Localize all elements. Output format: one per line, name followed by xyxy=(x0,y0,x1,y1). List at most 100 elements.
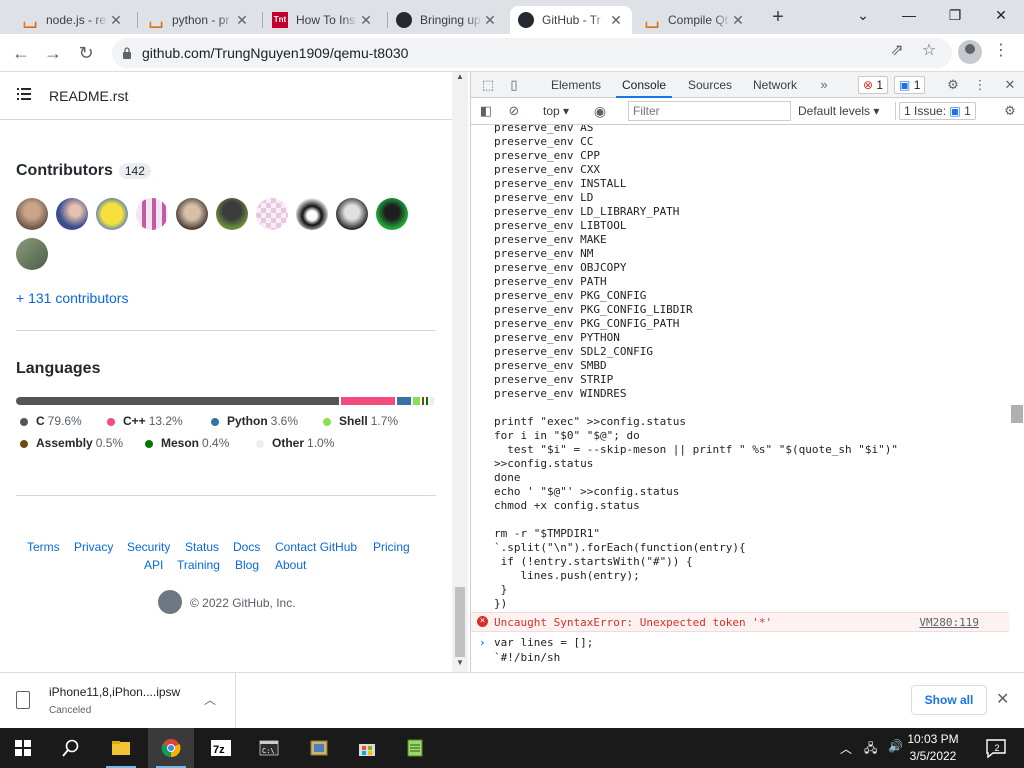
list-icon[interactable] xyxy=(17,88,31,100)
language-assembly[interactable]: Assembly 0.5% xyxy=(20,436,123,450)
avatar[interactable] xyxy=(56,198,88,230)
restore-button[interactable]: ❐ xyxy=(932,0,978,30)
console-settings-icon[interactable]: ⚙ xyxy=(1001,102,1019,120)
footer-link-training[interactable]: Training xyxy=(177,558,220,572)
inspect-element-icon[interactable]: ⬚ xyxy=(479,76,497,94)
profile-avatar[interactable] xyxy=(958,40,982,64)
7zip-button[interactable]: 7z xyxy=(198,728,244,768)
avatar[interactable] xyxy=(16,238,48,270)
chevron-up-icon[interactable]: ︿ xyxy=(204,691,216,708)
store-button[interactable] xyxy=(344,728,390,768)
avatar[interactable] xyxy=(216,198,248,230)
avatar[interactable] xyxy=(336,198,368,230)
avatar[interactable] xyxy=(16,198,48,230)
close-tab-icon[interactable]: ✕ xyxy=(730,12,746,29)
scroll-up-arrow-icon[interactable]: ▲ xyxy=(452,72,468,86)
avatar[interactable] xyxy=(296,198,328,230)
search-button[interactable] xyxy=(48,728,94,768)
show-all-button[interactable]: Show all xyxy=(911,685,987,715)
page-scrollbar[interactable]: ▲ ▼ xyxy=(452,72,468,672)
clear-console-icon[interactable]: ⊘ xyxy=(505,102,523,120)
tab-network[interactable]: Network xyxy=(753,72,797,98)
chrome-button[interactable] xyxy=(148,728,194,768)
address-bar[interactable]: github.com/TrungNguyen1909/qemu-t8030 xyxy=(112,38,952,68)
new-tab-button[interactable]: + xyxy=(766,6,790,28)
minimize-button[interactable]: — xyxy=(886,0,932,30)
language-python[interactable]: Python 3.6% xyxy=(211,414,298,428)
browser-tab[interactable]: python - pr ✕ xyxy=(140,6,258,34)
tab-search-icon[interactable]: ⌄ xyxy=(840,0,886,30)
close-tab-icon[interactable]: ✕ xyxy=(358,12,374,29)
language-c[interactable]: C 79.6% xyxy=(20,414,82,428)
share-icon[interactable]: ⇗ xyxy=(884,38,910,64)
language-other[interactable]: Other 1.0% xyxy=(256,436,334,450)
app-button[interactable] xyxy=(296,728,342,768)
scrollbar-thumb[interactable] xyxy=(1011,405,1023,423)
console-output[interactable]: preserve_env AS preserve_env CC preserve… xyxy=(471,125,1009,672)
footer-link-pricing[interactable]: Pricing xyxy=(373,540,410,554)
close-tab-icon[interactable]: ✕ xyxy=(234,12,250,29)
footer-link-api[interactable]: API xyxy=(144,558,163,572)
log-levels-dropdown[interactable]: Default levels ▾ xyxy=(798,98,879,124)
avatar[interactable] xyxy=(96,198,128,230)
language-cpp[interactable]: C++ 13.2% xyxy=(107,414,183,428)
more-tabs-icon[interactable]: » xyxy=(815,76,833,94)
avatar[interactable] xyxy=(136,198,168,230)
console-prompt[interactable]: › var lines = []; `#!/bin/sh xyxy=(471,636,1009,672)
footer-link-terms[interactable]: Terms xyxy=(27,540,60,554)
start-button[interactable] xyxy=(0,728,46,768)
tab-elements[interactable]: Elements xyxy=(551,72,601,98)
network-icon[interactable]: 🖧 xyxy=(864,739,877,760)
device-toolbar-icon[interactable]: ▯ xyxy=(505,76,523,94)
footer-link-docs[interactable]: Docs xyxy=(233,540,260,554)
chevron-up-icon[interactable]: ︿ xyxy=(840,740,852,757)
info-count-button[interactable]: ▣ 1 xyxy=(894,76,926,94)
close-devtools-icon[interactable]: ✕ xyxy=(1001,76,1019,94)
console-scrollbar[interactable] xyxy=(1009,125,1024,672)
notification-icon[interactable]: 2 xyxy=(984,736,1008,760)
browser-tab[interactable]: Tnt How To Ins ✕ xyxy=(264,6,382,34)
back-button[interactable]: ← xyxy=(8,40,34,66)
github-logo-icon[interactable] xyxy=(158,590,182,614)
language-meson[interactable]: Meson 0.4% xyxy=(145,436,229,450)
devtools-menu-icon[interactable]: ⋮ xyxy=(971,76,989,94)
browser-tab[interactable]: Compile Qt ✕ xyxy=(636,6,754,34)
issues-button[interactable]: 1 Issue: ▣ 1 xyxy=(899,102,976,120)
close-tab-icon[interactable]: ✕ xyxy=(108,12,124,29)
error-count-button[interactable]: ⊗ 1 xyxy=(858,76,889,94)
forward-button[interactable]: → xyxy=(40,40,66,66)
close-window-button[interactable]: ✕ xyxy=(978,0,1024,30)
avatar[interactable] xyxy=(256,198,288,230)
footer-link-security[interactable]: Security xyxy=(127,540,170,554)
footer-link-privacy[interactable]: Privacy xyxy=(74,540,113,554)
clock[interactable]: 10:03 PM 3/5/2022 xyxy=(900,731,966,765)
prompt-input-line[interactable]: var lines = []; xyxy=(494,636,593,649)
close-tab-icon[interactable]: ✕ xyxy=(608,12,624,29)
prompt-input-line[interactable]: `#!/bin/sh xyxy=(494,651,560,664)
readme-file-name[interactable]: README.rst xyxy=(49,88,128,104)
footer-link-contact[interactable]: Contact GitHub xyxy=(275,540,357,554)
close-downloads-icon[interactable]: ✕ xyxy=(996,689,1009,709)
download-item[interactable]: iPhone11,8,iPhon....ipsw Canceled ︿ xyxy=(0,673,236,729)
browser-tab[interactable]: Bringing up ✕ xyxy=(388,6,506,34)
browser-tab-active[interactable]: GitHub - Tr ✕ xyxy=(510,6,632,34)
avatar[interactable] xyxy=(176,198,208,230)
menu-kebab-icon[interactable]: ⋮ xyxy=(988,38,1014,64)
footer-link-about[interactable]: About xyxy=(275,558,306,572)
avatar[interactable] xyxy=(376,198,408,230)
sidebar-toggle-icon[interactable]: ◧ xyxy=(477,102,495,120)
footer-link-blog[interactable]: Blog xyxy=(235,558,259,572)
eye-icon[interactable]: ◉ xyxy=(591,102,609,120)
more-contributors-link[interactable]: + 131 contributors xyxy=(16,290,128,306)
notepad-button[interactable] xyxy=(392,728,438,768)
footer-link-status[interactable]: Status xyxy=(185,540,219,554)
scroll-down-arrow-icon[interactable]: ▼ xyxy=(452,658,468,672)
language-shell[interactable]: Shell 1.7% xyxy=(323,414,398,428)
error-source-link[interactable]: VM280:119 xyxy=(919,616,979,629)
context-selector[interactable]: top ▾ xyxy=(543,98,569,124)
tab-sources[interactable]: Sources xyxy=(688,72,732,98)
file-explorer-button[interactable] xyxy=(98,728,144,768)
terminal-button[interactable]: C:\ xyxy=(246,728,292,768)
contributors-heading[interactable]: Contributors 142 xyxy=(16,162,151,180)
close-tab-icon[interactable]: ✕ xyxy=(482,12,498,29)
